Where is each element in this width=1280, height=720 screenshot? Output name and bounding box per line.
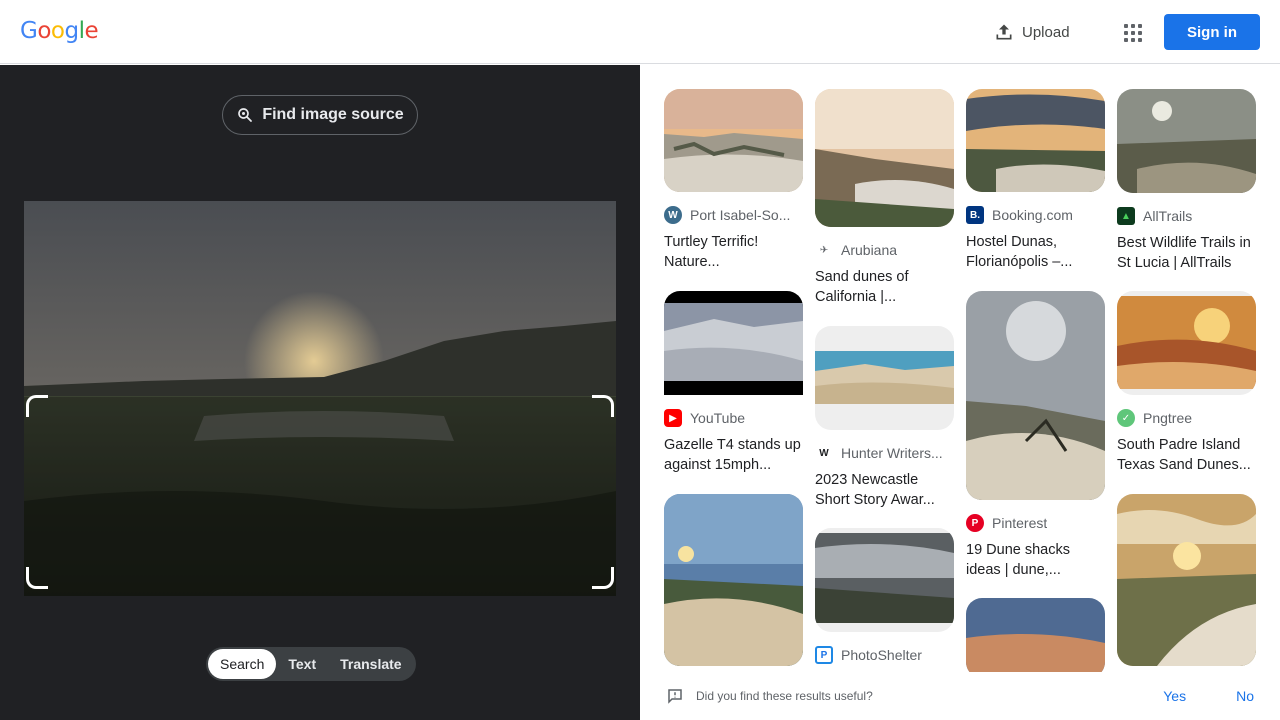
visual-matches-grid: W Port Isabel-So... Turtley Terrific! Na…: [640, 65, 1280, 672]
feedback-icon: [668, 689, 682, 704]
result-thumbnail: [1117, 89, 1256, 193]
top-bar: Google Upload Sign in: [0, 0, 1280, 64]
youtube-icon: ▶: [664, 409, 682, 427]
result-card[interactable]: ✈ Arubiana Sand dunes of California |...: [815, 89, 954, 307]
booking-icon: B.: [966, 206, 984, 224]
result-card[interactable]: W Hunter Writers... 2023 Newcastle Short…: [815, 326, 954, 510]
tab-text[interactable]: Text: [276, 649, 328, 679]
tab-translate[interactable]: Translate: [328, 649, 413, 679]
result-card[interactable]: [664, 494, 803, 666]
result-source: ✓ Pngtree: [1117, 409, 1256, 427]
result-source-name: Booking.com: [992, 207, 1073, 223]
arubiana-icon: ✈: [815, 241, 833, 259]
result-thumbnail: [815, 326, 954, 430]
result-title: Sand dunes of California |...: [815, 269, 909, 305]
crop-handle-top-right[interactable]: [592, 395, 614, 417]
result-source: B. Booking.com: [966, 206, 1105, 224]
upload-icon: [996, 24, 1012, 40]
result-card[interactable]: ▶ YouTube Gazelle T4 stands up against 1…: [664, 291, 803, 475]
result-source-name: AllTrails: [1143, 208, 1193, 224]
result-card[interactable]: P PhotoShelter: [815, 528, 954, 664]
alltrails-icon: ▲: [1117, 207, 1135, 225]
find-image-source-label: Find image source: [262, 106, 404, 123]
result-title: Hostel Dunas, Florianópolis –...: [966, 234, 1073, 270]
apps-grid-icon[interactable]: [1114, 14, 1150, 50]
logo-letter: e: [84, 18, 99, 44]
crop-handle-bottom-right[interactable]: [592, 567, 614, 589]
upload-label: Upload: [1022, 23, 1070, 41]
result-title: Turtley Terrific! Nature...: [664, 234, 759, 270]
find-image-source-button[interactable]: Find image source: [222, 95, 418, 135]
result-source: ▲ AllTrails: [1117, 207, 1256, 225]
result-thumbnail: [966, 89, 1105, 192]
result-card[interactable]: B. Booking.com Hostel Dunas, Florianópol…: [966, 89, 1105, 272]
result-source-name: Hunter Writers...: [841, 445, 943, 461]
feedback-bar: Did you find these results useful? Yes N…: [640, 672, 1280, 720]
logo-letter: o: [50, 18, 65, 44]
pngtree-icon: ✓: [1117, 409, 1135, 427]
result-source-name: PhotoShelter: [841, 647, 922, 663]
result-thumbnail: [815, 89, 954, 227]
result-thumbnail: [966, 598, 1105, 672]
wordpress-icon: W: [664, 206, 682, 224]
result-source-name: Pngtree: [1143, 410, 1193, 426]
query-image[interactable]: [24, 201, 616, 596]
result-source-name: YouTube: [690, 410, 746, 426]
image-viewer-panel: Find image source Search Text Translate: [0, 65, 640, 720]
result-card[interactable]: ✓ Pngtree South Padre Island Texas Sand …: [1117, 291, 1256, 475]
feedback-yes-button[interactable]: Yes: [1163, 688, 1186, 704]
result-source-name: Port Isabel-So...: [690, 207, 791, 223]
crop-handle-top-left[interactable]: [26, 395, 48, 417]
result-source: W Port Isabel-So...: [664, 206, 803, 224]
upload-button[interactable]: Upload: [984, 14, 1080, 50]
crop-handle-bottom-left[interactable]: [26, 567, 48, 589]
result-title: 2023 Newcastle Short Story Awar...: [815, 472, 935, 508]
pinterest-icon: P: [966, 514, 984, 532]
logo-letter: g: [64, 18, 79, 44]
result-thumbnail: [1117, 291, 1256, 395]
result-title: Gazelle T4 stands up against 15mph...: [664, 437, 801, 473]
result-thumbnail: [664, 494, 803, 666]
result-card[interactable]: ▲ AllTrails Best Wildlife Trails in St L…: [1117, 89, 1256, 273]
lens-search-icon: [238, 108, 253, 122]
feedback-no-button[interactable]: No: [1236, 688, 1254, 704]
result-source-name: Arubiana: [841, 242, 898, 258]
result-thumbnail: [815, 528, 954, 632]
result-source-name: Pinterest: [992, 515, 1048, 531]
result-card[interactable]: [966, 598, 1105, 672]
hunter-writers-icon: W: [815, 444, 833, 462]
result-title: 19 Dune shacks ideas | dune,...: [966, 542, 1070, 578]
result-card[interactable]: [1117, 494, 1256, 666]
result-thumbnail: [1117, 494, 1256, 666]
feedback-question: Did you find these results useful?: [696, 689, 873, 703]
result-source: ▶ YouTube: [664, 409, 803, 427]
result-source: ✈ Arubiana: [815, 241, 954, 259]
result-thumbnail: [966, 291, 1105, 500]
tab-search[interactable]: Search: [208, 649, 277, 679]
result-title: Best Wildlife Trails in St Lucia | AllTr…: [1117, 235, 1251, 271]
result-card[interactable]: W Port Isabel-So... Turtley Terrific! Na…: [664, 89, 803, 272]
result-title: South Padre Island Texas Sand Dunes...: [1117, 437, 1251, 473]
result-source: P PhotoShelter: [815, 646, 954, 664]
result-card[interactable]: P Pinterest 19 Dune shacks ideas | dune,…: [966, 291, 1105, 580]
result-thumbnail: [664, 89, 803, 192]
sign-in-button[interactable]: Sign in: [1164, 14, 1260, 50]
logo-letter: G: [20, 18, 38, 44]
result-thumbnail: [664, 291, 803, 395]
logo-letter: o: [37, 18, 51, 44]
result-source: P Pinterest: [966, 514, 1105, 532]
google-logo[interactable]: Google: [20, 18, 99, 44]
result-source: W Hunter Writers...: [815, 444, 954, 462]
photoshelter-icon: P: [815, 646, 833, 664]
mode-tabs: Search Text Translate: [206, 647, 416, 681]
